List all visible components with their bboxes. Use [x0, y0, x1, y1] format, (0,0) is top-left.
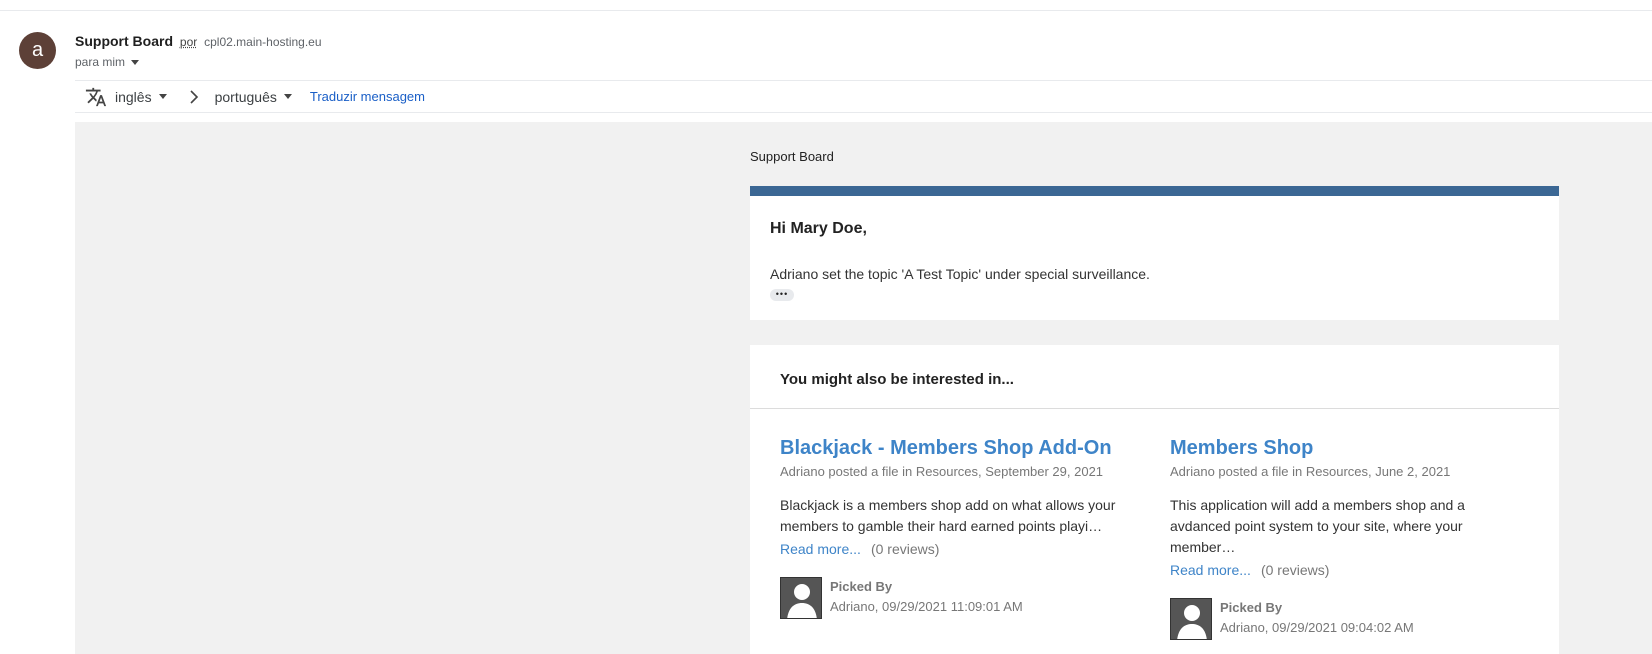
greeting: Hi Mary Doe, — [770, 220, 867, 237]
user-avatar-icon — [1170, 598, 1212, 640]
via-domain: cpl02.main-hosting.eu — [204, 35, 322, 49]
target-language-dropdown[interactable]: português — [215, 89, 292, 105]
picked-by-label: Picked By — [830, 579, 893, 594]
read-more-link[interactable]: Read more... — [780, 541, 861, 557]
related-item-links: Read more... (0 reviews) — [1170, 562, 1530, 578]
chevron-down-icon — [158, 94, 167, 99]
via-label[interactable]: por — [180, 35, 197, 49]
target-language-label: português — [214, 88, 277, 105]
chevron-down-icon — [131, 59, 140, 65]
related-divider — [750, 408, 1559, 409]
top-divider — [0, 10, 1652, 11]
related-item-description: This application will add a members shop… — [1170, 497, 1465, 555]
chevron-right-icon — [190, 89, 198, 104]
related-item-description: Blackjack is a members shop add on what … — [780, 497, 1116, 534]
email-brand: Support Board — [750, 149, 834, 164]
related-item-meta: Adriano posted a file in Resources, June… — [1170, 464, 1451, 479]
notification-message: Adriano set the topic 'A Test Topic' und… — [770, 266, 1150, 282]
related-item: Members Shop Adriano posted a file in Re… — [1170, 437, 1530, 640]
picked-by: Picked By Adriano, 09/29/2021 11:09:01 A… — [780, 577, 1140, 619]
source-language-label: inglês — [115, 88, 152, 105]
show-trimmed-content-button[interactable]: ••• — [770, 289, 794, 301]
sender-name[interactable]: Support Board — [75, 33, 173, 49]
related-item-title-link[interactable]: Members Shop — [1170, 437, 1530, 460]
picked-by: Picked By Adriano, 09/29/2021 09:04:02 A… — [1170, 598, 1530, 640]
user-avatar-icon — [780, 577, 822, 619]
review-count: (0 reviews) — [870, 541, 940, 557]
review-count: (0 reviews) — [1260, 562, 1330, 578]
related-item-links: Read more... (0 reviews) — [780, 541, 1140, 557]
translate-icon — [85, 87, 107, 106]
translate-bar: inglês português Traduzir mensagem — [75, 80, 1652, 113]
source-language-dropdown[interactable]: inglês — [115, 89, 167, 105]
chevron-down-icon — [283, 94, 292, 99]
email-body: Support Board Hi Mary Doe, Adriano set t… — [75, 122, 1652, 654]
related-item: Blackjack - Members Shop Add-On Adriano … — [780, 437, 1140, 619]
picked-by-detail: Adriano, 09/29/2021 09:04:02 AM — [1220, 620, 1414, 635]
translate-message-link[interactable]: Traduzir mensagem — [310, 89, 425, 104]
sender-line: Support Board por cpl02.main-hosting.eu — [75, 33, 322, 49]
related-content-card: You might also be interested in... Black… — [750, 345, 1559, 654]
related-item-title-link[interactable]: Blackjack - Members Shop Add-On — [780, 437, 1140, 460]
picked-by-detail: Adriano, 09/29/2021 11:09:01 AM — [830, 599, 1023, 614]
recipient-dropdown[interactable]: para mim — [75, 55, 140, 69]
recipient-label: para mim — [75, 55, 126, 69]
picked-by-label: Picked By — [1220, 600, 1283, 615]
notification-card: Hi Mary Doe, Adriano set the topic 'A Te… — [750, 186, 1559, 320]
read-more-link[interactable]: Read more... — [1170, 562, 1251, 578]
related-title: You might also be interested in... — [780, 371, 1014, 388]
sender-avatar[interactable]: a — [19, 32, 56, 69]
related-item-meta: Adriano posted a file in Resources, Sept… — [780, 464, 1104, 479]
